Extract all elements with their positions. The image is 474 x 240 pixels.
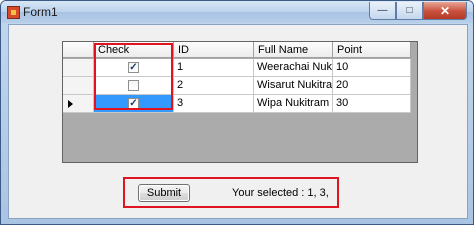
caption-buttons: — □ ✕ <box>369 2 467 20</box>
id-cell[interactable]: 2 <box>174 77 254 95</box>
column-header-full-name[interactable]: Full Name <box>254 42 333 58</box>
grid-header-row: Check ID Full Name Point <box>63 42 411 59</box>
id-cell[interactable]: 1 <box>174 59 254 77</box>
row-header-corner[interactable] <box>63 42 94 58</box>
maximize-button[interactable]: □ <box>396 2 423 20</box>
submit-button[interactable]: Submit <box>138 184 190 202</box>
title-bar[interactable]: Form1 — □ ✕ <box>1 1 473 23</box>
checkbox[interactable]: ✓ <box>128 98 139 109</box>
window-title: Form1 <box>23 5 58 19</box>
check-cell[interactable]: ✓ <box>94 59 174 77</box>
minimize-button[interactable]: — <box>369 2 396 20</box>
point-cell[interactable]: 20 <box>333 77 411 95</box>
form-client-area: Check ID Full Name Point ✓ 1 Weerachai N… <box>8 24 468 219</box>
table-row[interactable]: 2 Wisarut Nukitram 20 <box>63 77 411 95</box>
app-icon <box>7 6 20 19</box>
checkbox[interactable] <box>128 80 139 91</box>
maximize-icon: □ <box>406 5 413 16</box>
action-area-highlight: Submit Your selected : 1, 3, <box>123 177 339 208</box>
table-row[interactable]: ✓ 1 Weerachai Nukit... 10 <box>63 59 411 77</box>
column-header-point[interactable]: Point <box>333 42 411 58</box>
data-grid-view[interactable]: Check ID Full Name Point ✓ 1 Weerachai N… <box>62 41 418 163</box>
check-cell[interactable]: ✓ <box>94 95 174 113</box>
full-name-cell[interactable]: Wisarut Nukitram <box>254 77 333 95</box>
full-name-cell[interactable]: Wipa Nukitram <box>254 95 333 113</box>
check-cell[interactable] <box>94 77 174 95</box>
column-header-check[interactable]: Check <box>94 42 174 58</box>
form1-window: Form1 — □ ✕ Check ID Full Name Point ✓ 1… <box>0 0 474 225</box>
table-row[interactable]: ✓ 3 Wipa Nukitram 30 <box>63 95 411 113</box>
close-icon: ✕ <box>439 3 451 18</box>
id-cell[interactable]: 3 <box>174 95 254 113</box>
column-header-id[interactable]: ID <box>174 42 254 58</box>
current-row-arrow-icon <box>68 100 73 108</box>
checkbox[interactable]: ✓ <box>128 62 139 73</box>
row-header[interactable] <box>63 95 94 113</box>
full-name-cell[interactable]: Weerachai Nukit... <box>254 59 333 77</box>
point-cell[interactable]: 30 <box>333 95 411 113</box>
row-header[interactable] <box>63 59 94 77</box>
selected-status-label: Your selected : 1, 3, <box>232 187 329 199</box>
row-header[interactable] <box>63 77 94 95</box>
minimize-icon: — <box>377 5 388 16</box>
point-cell[interactable]: 10 <box>333 59 411 77</box>
close-button[interactable]: ✕ <box>423 2 467 20</box>
